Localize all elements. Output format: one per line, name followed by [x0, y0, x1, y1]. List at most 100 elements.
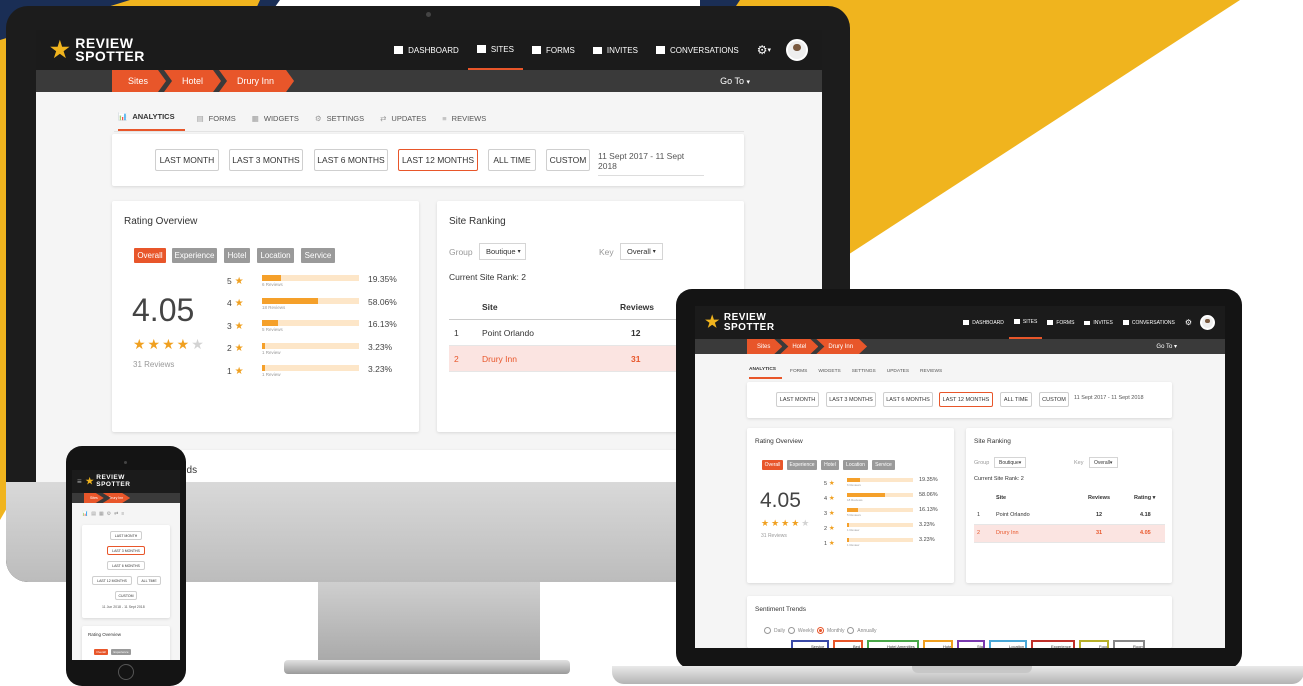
tab-analytics[interactable]: ANALYTICS: [749, 367, 783, 379]
nav-invites[interactable]: INVITES: [584, 30, 647, 70]
goto-dropdown[interactable]: Go To ▾: [720, 76, 750, 86]
legend-item[interactable]: Experience: [1031, 640, 1075, 648]
radio-annually[interactable]: Annually: [847, 627, 876, 634]
review-spotter-logo[interactable]: ★ REVIEW SPOTTER: [86, 474, 131, 487]
radio-monthly[interactable]: Monthly: [817, 627, 845, 634]
legend-item[interactable]: Hotel Amenities: [867, 640, 919, 648]
date-range-field[interactable]: 11 Sept 2017 - 11 Sept 2018: [1074, 395, 1144, 401]
user-avatar[interactable]: [786, 39, 808, 61]
tab-settings[interactable]: SETTINGS: [852, 369, 880, 379]
radio-daily[interactable]: Daily: [764, 627, 785, 634]
filter-experience[interactable]: Experience: [172, 248, 217, 263]
filter-hotel[interactable]: Hotel: [821, 460, 839, 470]
tab-analytics[interactable]: 📊 ANALYTICS: [118, 112, 185, 131]
filter-service[interactable]: Service: [301, 248, 335, 263]
tab-widgets[interactable]: WIDGETS: [818, 369, 844, 379]
nav-dashboard[interactable]: DASHBOARD: [385, 30, 468, 70]
hamburger-menu-icon[interactable]: ≡: [77, 477, 82, 486]
range-last-month[interactable]: LAST MONTH: [776, 392, 819, 407]
nav-sites[interactable]: SITES: [467, 30, 523, 70]
range-last-6-months[interactable]: LAST 6 MONTHS: [883, 392, 933, 407]
tab-forms[interactable]: FORMS: [790, 369, 811, 379]
range-last-12-months[interactable]: LAST 12 MONTHS: [398, 149, 478, 171]
range-last-3-months[interactable]: LAST 3 MONTHS: [229, 149, 303, 171]
user-avatar[interactable]: [1200, 315, 1215, 330]
legend-item[interactable]: Staff: [957, 640, 985, 648]
legend-item[interactable]: Location: [989, 640, 1027, 648]
radio-weekly[interactable]: Weekly: [787, 627, 814, 634]
key-select[interactable]: Overall ▾: [1089, 457, 1118, 468]
breadcrumb-hotel[interactable]: Hotel: [780, 339, 818, 354]
nav-sites[interactable]: SITES: [1008, 306, 1043, 339]
nav-forms[interactable]: FORMS: [523, 30, 584, 70]
tab-forms[interactable]: ▤ FORMS: [197, 114, 242, 131]
col-rating[interactable]: Rating ▾: [1134, 495, 1155, 501]
table-row-highlighted[interactable]: 2 Drury Inn 31 4.05: [974, 525, 1165, 543]
filter-location[interactable]: Location: [843, 460, 868, 470]
range-last-12-months[interactable]: LAST 12 MONTHS: [939, 392, 993, 407]
forms-icon: ▤: [196, 114, 204, 123]
review-spotter-logo[interactable]: ★ REVIEW SPOTTER: [705, 313, 775, 332]
key-select[interactable]: Overall ▾: [620, 243, 663, 260]
goto-dropdown[interactable]: Go To ▾: [1156, 343, 1177, 350]
date-range-field[interactable]: 11 Jun 2018 - 11 Sept 2018: [102, 605, 145, 609]
date-range-field[interactable]: 11 Sept 2017 - 11 Sept 2018: [598, 151, 704, 176]
table-row[interactable]: 1 Point Orlando 12 4.18: [974, 507, 1165, 525]
range-last-12-months[interactable]: LAST 12 MONTHS: [92, 576, 132, 585]
breadcrumb-hotel[interactable]: Hotel: [164, 70, 221, 92]
filter-service[interactable]: Service: [872, 460, 895, 470]
range-last-3-months[interactable]: LAST 3 MONTHS: [107, 546, 145, 555]
legend-item[interactable]: Service: [791, 640, 829, 648]
nav-dashboard[interactable]: DASHBOARD: [958, 306, 1009, 339]
breadcrumb-drury-inn[interactable]: Drury Inn: [103, 493, 130, 503]
tab-updates[interactable]: UPDATES: [887, 369, 913, 379]
phone-tab-icons[interactable]: 📊▤▦⚙⇄≡: [82, 511, 127, 517]
range-custom[interactable]: CUSTOM: [546, 149, 590, 171]
legend-item[interactable]: Room: [1113, 640, 1145, 648]
settings-menu[interactable]: ⚙: [1180, 306, 1197, 339]
range-last-month[interactable]: LAST MONTH: [155, 149, 219, 171]
rating-bar-percent: 58.06%: [919, 492, 938, 498]
range-last-month[interactable]: LAST MONTH: [110, 531, 142, 540]
range-last-6-months[interactable]: LAST 6 MONTHS: [107, 561, 145, 570]
tab-settings[interactable]: ⚙ SETTINGS: [315, 114, 370, 131]
col-reviews[interactable]: Reviews: [620, 302, 654, 312]
range-all-time[interactable]: ALL TIME: [488, 149, 536, 171]
filter-hotel[interactable]: Hotel: [224, 248, 250, 263]
group-select[interactable]: Boutique ▾: [994, 457, 1026, 468]
filter-overall[interactable]: Overall: [762, 460, 783, 470]
breadcrumb-drury-inn[interactable]: Drury Inn: [816, 339, 867, 354]
filter-location[interactable]: Location: [257, 248, 294, 263]
range-last-3-months[interactable]: LAST 3 MONTHS: [826, 392, 876, 407]
col-reviews[interactable]: Reviews: [1088, 495, 1110, 501]
filter-experience[interactable]: Experience: [111, 649, 131, 655]
nav-conversations[interactable]: CONVERSATIONS: [1118, 306, 1180, 339]
breadcrumb-sites[interactable]: Sites: [84, 493, 104, 503]
analytics-tabs: 📊 ANALYTICS ▤ FORMS ▦ WIDGETS ⚙ SETTINGS ⇄ UP…: [118, 110, 492, 131]
tab-updates[interactable]: ⇄ UPDATES: [380, 114, 432, 131]
tab-widgets[interactable]: ▦ WIDGETS: [252, 114, 305, 131]
range-all-time[interactable]: ALL TIME: [1000, 392, 1032, 407]
rating-bar-fill: [262, 275, 281, 281]
review-spotter-logo[interactable]: ★ REVIEW SPOTTER: [50, 36, 145, 64]
breadcrumb-sites[interactable]: Sites: [112, 70, 166, 92]
range-custom[interactable]: CUSTOM: [1039, 392, 1069, 407]
nav-forms[interactable]: FORMS: [1042, 306, 1079, 339]
legend-item[interactable]: Bed: [833, 640, 863, 648]
legend-item[interactable]: Hotel: [923, 640, 953, 648]
legend-item[interactable]: Food: [1079, 640, 1109, 648]
range-custom[interactable]: CUSTOM: [115, 591, 137, 600]
filter-experience[interactable]: Experience: [787, 460, 817, 470]
nav-invites[interactable]: INVITES: [1079, 306, 1117, 339]
settings-menu[interactable]: ⚙ ▾: [748, 30, 780, 70]
filter-overall[interactable]: Overall: [134, 248, 166, 263]
filter-overall[interactable]: Overall: [94, 649, 108, 655]
tab-reviews[interactable]: REVIEWS: [920, 369, 946, 379]
range-all-time[interactable]: ALL TIME: [137, 576, 161, 585]
breadcrumb-sites[interactable]: Sites: [747, 339, 782, 354]
nav-conversations[interactable]: CONVERSATIONS: [647, 30, 748, 70]
group-select[interactable]: Boutique ▾: [479, 243, 526, 260]
range-last-6-months[interactable]: LAST 6 MONTHS: [314, 149, 388, 171]
tab-reviews[interactable]: ≡ REVIEWS: [442, 114, 492, 131]
breadcrumb-drury-inn[interactable]: Drury Inn: [219, 70, 294, 92]
